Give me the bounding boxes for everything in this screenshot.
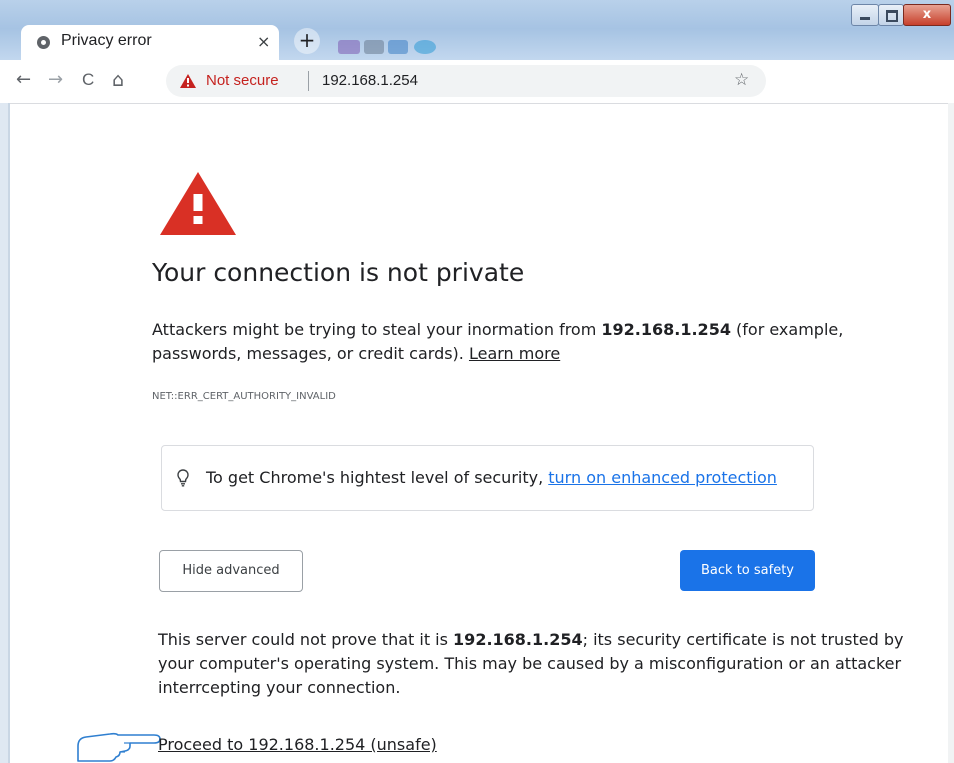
omnibox-divider xyxy=(308,71,309,91)
new-tab-button[interactable]: + xyxy=(294,28,320,54)
host-name: 192.168.1.254 xyxy=(453,630,583,649)
warning-triangle-icon xyxy=(180,74,196,88)
minimize-button[interactable] xyxy=(851,4,879,26)
blurred-extension-icon xyxy=(414,40,436,54)
back-to-safety-button[interactable]: Back to safety xyxy=(680,550,815,591)
left-window-edge xyxy=(0,103,10,763)
enhanced-protection-link[interactable]: turn on enhanced protection xyxy=(548,468,777,487)
enhanced-protection-box: To get Chrome's hightest level of securi… xyxy=(161,445,814,511)
blurred-extension-icon xyxy=(338,40,360,54)
window-titlebar: Privacy error × + x xyxy=(0,0,954,64)
window-controls: x xyxy=(851,4,952,26)
window-close-button[interactable]: x xyxy=(903,4,951,26)
page-title: Your connection is not private xyxy=(152,258,525,287)
enhanced-protection-text: To get Chrome's hightest level of securi… xyxy=(206,468,777,487)
hide-advanced-button[interactable]: Hide advanced xyxy=(159,550,303,592)
back-arrow-icon[interactable]: ← xyxy=(16,69,31,91)
blurred-extension-icon xyxy=(364,40,384,54)
maximize-button[interactable] xyxy=(878,4,904,26)
pointing-hand-icon xyxy=(77,732,161,762)
proceed-unsafe-link[interactable]: Proceed to 192.168.1.254 (unsafe) xyxy=(158,735,437,754)
blurred-extension-icon xyxy=(388,40,408,54)
reload-icon[interactable]: C xyxy=(82,69,94,91)
learn-more-link[interactable]: Learn more xyxy=(469,344,560,363)
url-text[interactable]: 192.168.1.254 xyxy=(322,72,418,89)
host-name: 192.168.1.254 xyxy=(601,320,731,339)
tab-privacy-error[interactable]: Privacy error × xyxy=(21,25,279,60)
warning-description: Attackers might be trying to steal your … xyxy=(152,320,844,363)
tab-close-button[interactable]: × xyxy=(257,32,270,51)
globe-icon xyxy=(37,36,50,49)
star-icon[interactable]: ☆ xyxy=(734,70,749,90)
not-secure-label[interactable]: Not secure xyxy=(206,72,279,89)
address-bar[interactable]: Not secure 192.168.1.254 ☆ xyxy=(166,65,766,97)
advanced-details: This server could not prove that it is 1… xyxy=(158,630,904,697)
tab-title: Privacy error xyxy=(61,32,152,49)
error-code: NET::ERR_CERT_AUTHORITY_INVALID xyxy=(152,391,336,402)
forward-arrow-icon[interactable]: → xyxy=(48,69,63,91)
lightbulb-icon xyxy=(177,469,189,487)
warning-triangle-icon xyxy=(160,172,236,235)
right-window-edge xyxy=(948,103,954,763)
browser-toolbar: ← → C ⌂ Not secure 192.168.1.254 ☆ xyxy=(0,60,954,104)
home-icon[interactable]: ⌂ xyxy=(112,69,124,91)
